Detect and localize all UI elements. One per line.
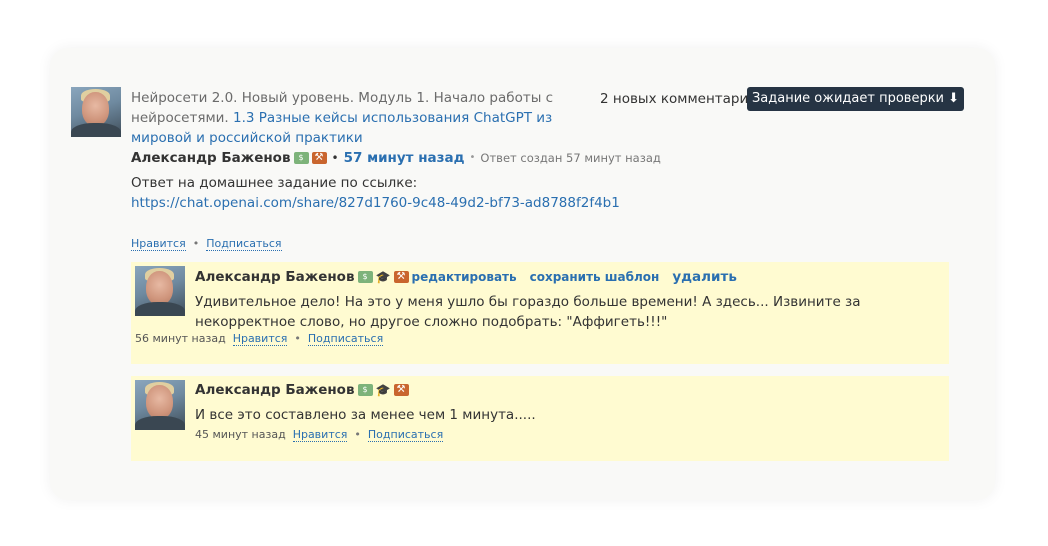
comment-meta: 45 минут назад Нравится • Подписаться (195, 428, 444, 442)
comment-text: И все это составлено за менее чем 1 мину… (195, 407, 536, 423)
money-icon: $ (293, 152, 309, 164)
save-template-link[interactable]: сохранить шаблон (530, 268, 660, 286)
answer-text: Ответ на домашнее задание по ссылке: (131, 175, 418, 191)
graduation-cap-icon: 🎓 (375, 270, 391, 284)
post-time-link[interactable]: 57 минут назад (344, 149, 465, 167)
money-icon: $ (357, 271, 373, 283)
assignment-status-button[interactable]: Задание ожидает проверки ⬇ (747, 87, 964, 111)
avatar[interactable] (135, 266, 185, 316)
avatar[interactable] (71, 87, 121, 137)
hammer-icon: ⚒ (393, 384, 409, 396)
comment-text: Удивительное дело! На это у меня ушло бы… (195, 294, 861, 330)
post-author-line: Александр Баженов $ ⚒ • 57 минут назад •… (131, 149, 661, 167)
comment-meta: 56 минут назад Нравится • Подписаться (135, 332, 384, 346)
answer-url-link[interactable]: https://chat.openai.com/share/827d1760-9… (131, 195, 620, 211)
subscribe-link[interactable]: Подписаться (307, 332, 384, 346)
delete-link[interactable]: удалить (672, 268, 737, 286)
answer-body: Ответ на домашнее задание по ссылке: htt… (131, 173, 620, 213)
comment-time: 45 минут назад (195, 428, 286, 441)
separator-dot: • (469, 152, 476, 163)
author-name[interactable]: Александр Баженов (131, 149, 291, 167)
like-link[interactable]: Нравится (292, 428, 348, 442)
comment-author-line: Александр Баженов $ 🎓 ⚒ редактировать со… (195, 268, 737, 286)
post-actions: Нравится • Подписаться (131, 237, 282, 251)
hammer-icon: ⚒ (311, 152, 327, 164)
subscribe-link[interactable]: Подписаться (206, 237, 282, 251)
like-link[interactable]: Нравится (131, 237, 186, 251)
avatar[interactable] (135, 380, 185, 430)
graduation-cap-icon: 🎓 (375, 383, 391, 397)
like-link[interactable]: Нравится (232, 332, 288, 346)
hammer-icon: ⚒ (393, 271, 409, 283)
comment-author-line: Александр Баженов $ 🎓 ⚒ (195, 381, 409, 399)
edit-link[interactable]: редактировать (412, 268, 517, 286)
subscribe-link[interactable]: Подписаться (367, 428, 444, 442)
new-comments-count[interactable]: 2 новых комментария (600, 91, 756, 107)
author-name[interactable]: Александр Баженов (195, 268, 355, 286)
author-name[interactable]: Александр Баженов (195, 381, 355, 399)
separator-dot: • (331, 151, 339, 165)
money-icon: $ (357, 384, 373, 396)
comment-time: 56 минут назад (135, 332, 226, 345)
lesson-title: Нейросети 2.0. Новый уровень. Модуль 1. … (131, 88, 601, 148)
created-time: Ответ создан 57 минут назад (480, 151, 661, 165)
